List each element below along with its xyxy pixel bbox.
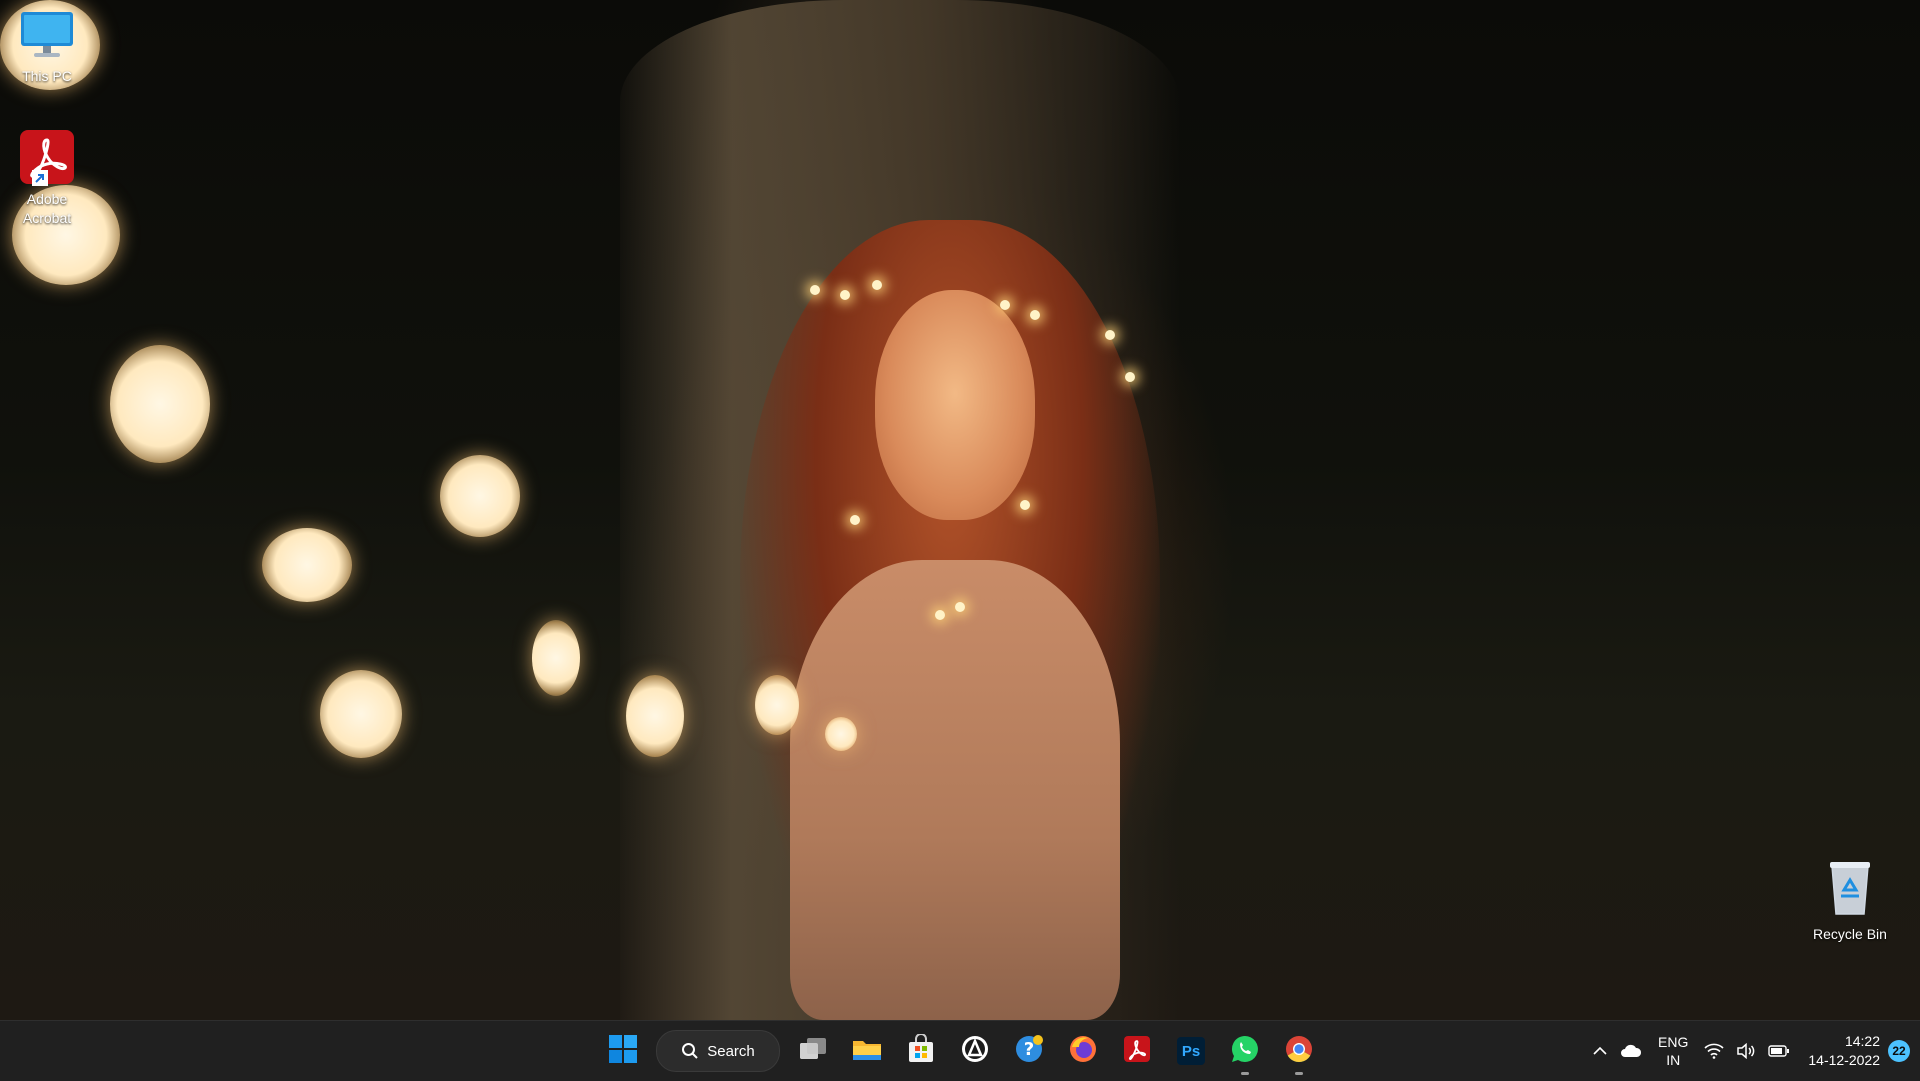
svg-text:?: ? (1024, 1039, 1034, 1060)
start-button[interactable] (598, 1026, 648, 1076)
photoshop-icon-text: Ps (1181, 1042, 1201, 1060)
taskbar-center: Search ? Ps (596, 1021, 1326, 1081)
chrome-icon (1284, 1034, 1314, 1069)
fairy-light (955, 602, 965, 612)
adobe-acrobat-icon (1122, 1034, 1152, 1069)
fairy-light (1020, 500, 1030, 510)
chrome-button[interactable] (1274, 1026, 1324, 1076)
desktop-icon-label: This PC (22, 68, 72, 84)
wallpaper-girl-face (875, 290, 1035, 520)
desktop-wallpaper: This PC Adobe Acrobat Recycle Bin (0, 0, 1920, 1020)
bokeh-light (755, 675, 799, 735)
running-indicator (1295, 1072, 1303, 1075)
whatsapp-button[interactable] (1220, 1026, 1270, 1076)
notification-center-badge[interactable]: 22 (1888, 1040, 1910, 1062)
shortcut-arrow-icon (32, 170, 48, 186)
task-view-button[interactable] (788, 1026, 838, 1076)
monitor-icon (18, 8, 76, 63)
onedrive-cloud-icon[interactable] (1620, 1044, 1642, 1058)
system-tray: ENG IN 14:22 14-12-2022 22 (1586, 1021, 1920, 1081)
bokeh-light (626, 675, 684, 757)
microsoft-store-icon (906, 1032, 936, 1069)
bokeh-light (825, 717, 857, 751)
adobe-acrobat-button[interactable] (1112, 1026, 1162, 1076)
help-button[interactable]: ? (1004, 1026, 1054, 1076)
search-button[interactable]: Search (656, 1030, 780, 1072)
desktop-icon-recycle-bin[interactable]: Recycle Bin (1803, 858, 1897, 944)
app-icon (960, 1034, 990, 1069)
fairy-light (872, 280, 882, 290)
app-button[interactable] (950, 1026, 1000, 1076)
fairy-light (1000, 300, 1010, 310)
volume-icon[interactable] (1736, 1043, 1756, 1059)
fairy-light (850, 515, 860, 525)
desktop-icon-this-pc[interactable]: This PC (0, 8, 94, 86)
adobe-acrobat-icon (18, 128, 76, 186)
help-icon: ? (1013, 1033, 1045, 1070)
bokeh-light (532, 620, 580, 696)
taskbar: Search ? Ps ENG IN 14:22 14-12-2022 22 (0, 1020, 1920, 1081)
running-indicator (1241, 1072, 1249, 1075)
file-explorer-icon (851, 1035, 883, 1068)
desktop-icon-label: Adobe Acrobat (22, 191, 72, 226)
windows-logo-icon (608, 1034, 638, 1069)
fairy-light (1125, 372, 1135, 382)
bokeh-light (110, 345, 210, 463)
desktop-icon-adobe-acrobat[interactable]: Adobe Acrobat (0, 128, 94, 228)
search-label: Search (707, 1042, 755, 1060)
battery-icon[interactable] (1768, 1045, 1790, 1057)
bokeh-light (262, 528, 352, 602)
recycle-bin-icon (1823, 858, 1877, 921)
clock-time: 14:22 (1844, 1033, 1880, 1049)
bokeh-light (320, 670, 402, 758)
whatsapp-icon (1230, 1034, 1260, 1069)
show-hidden-icons-chevron-up-icon[interactable] (1592, 1046, 1608, 1056)
fairy-light (840, 290, 850, 300)
task-view-icon (798, 1035, 828, 1068)
search-icon (682, 1043, 698, 1059)
clock-date: 14-12-2022 (1808, 1052, 1880, 1068)
fairy-light (935, 610, 945, 620)
wallpaper-girl-body (790, 560, 1120, 1020)
desktop-icon-label: Recycle Bin (1813, 926, 1887, 942)
file-explorer-button[interactable] (842, 1026, 892, 1076)
photoshop-button[interactable]: Ps (1166, 1026, 1216, 1076)
microsoft-store-button[interactable] (896, 1026, 946, 1076)
wifi-icon[interactable] (1704, 1043, 1724, 1059)
fairy-light (810, 285, 820, 295)
language-code: ENG (1658, 1034, 1689, 1050)
region-code: IN (1666, 1052, 1681, 1068)
firefox-button[interactable] (1058, 1026, 1108, 1076)
fairy-light (1030, 310, 1040, 320)
fairy-light (1105, 330, 1115, 340)
clock[interactable]: 14:22 14-12-2022 (1808, 1032, 1880, 1070)
photoshop-icon: Ps (1177, 1037, 1205, 1065)
input-language-indicator[interactable]: ENG IN (1658, 1033, 1688, 1069)
bokeh-light (440, 455, 520, 537)
firefox-icon (1068, 1034, 1098, 1069)
